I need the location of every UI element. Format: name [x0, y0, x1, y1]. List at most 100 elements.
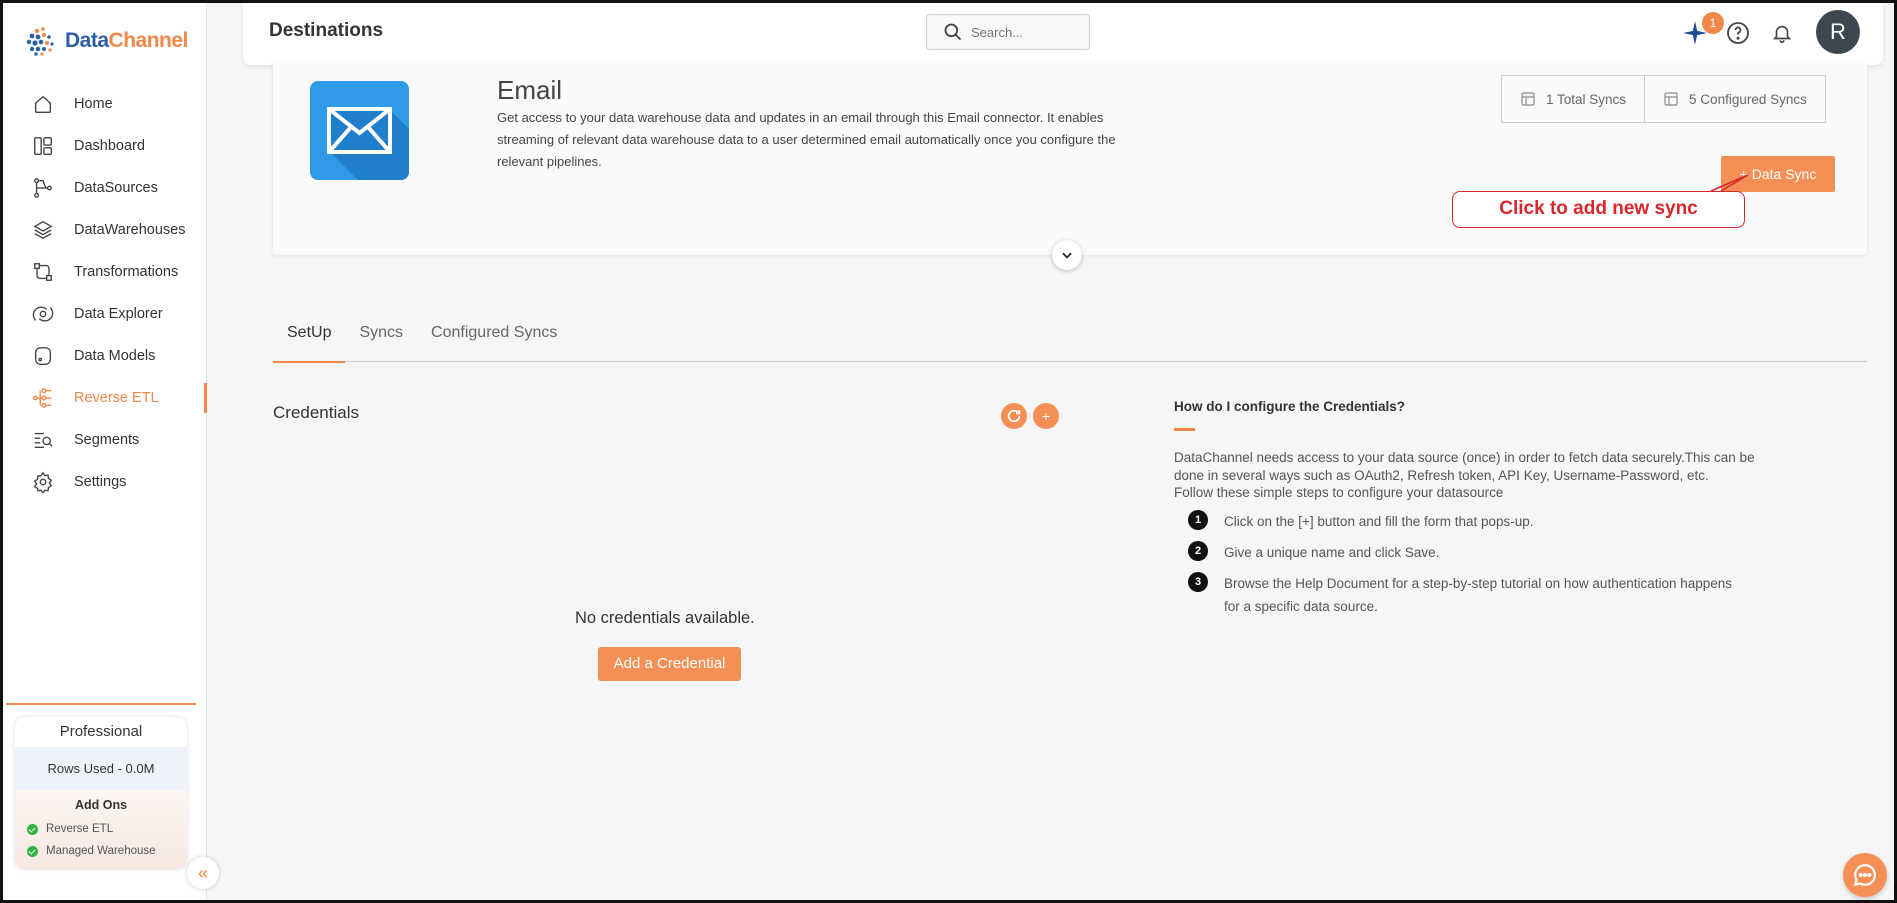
tab-setup[interactable]: SetUp	[273, 319, 346, 363]
email-logo	[310, 81, 409, 180]
step-text: Give a unique name and click Save.	[1224, 544, 1440, 560]
total-syncs[interactable]: 1 Total Syncs	[1502, 76, 1644, 122]
connector-name: Email	[497, 75, 563, 105]
tab-bar: SetUp Syncs Configured Syncs	[273, 319, 1867, 363]
plan-name: Professional	[59, 723, 143, 740]
bell-icon	[1772, 25, 1792, 43]
rows-used: Rows Used - 0.0M	[15, 747, 187, 790]
addons-section: Add Ons Reverse ETL Managed Warehouse	[15, 790, 187, 869]
datachannel-logo-icon	[26, 27, 54, 56]
plan-card: Professional Rows Used - 0.0M Add Ons Re…	[15, 717, 187, 869]
sidebar-item-label: Data Models	[74, 348, 156, 364]
tab-configured-syncs[interactable]: Configured Syncs	[417, 319, 571, 362]
connector-description: Get access to your data warehouse data a…	[497, 110, 1116, 169]
step-number: 3	[1188, 571, 1208, 592]
table-icon	[1664, 92, 1678, 106]
sidebar-item-label: Home	[74, 96, 113, 112]
help-step: 2 Give a unique name and click Save.	[1174, 540, 1774, 564]
help-steps: 1 Click on the [+] button and fill the f…	[1174, 509, 1774, 618]
plus-icon: +	[1041, 408, 1051, 424]
credentials-title: Credentials	[273, 403, 359, 422]
sidebar-item-label: Transformations	[74, 264, 179, 280]
sidebar-item-data-models[interactable]: Data Models	[3, 335, 207, 377]
sidebar-item-label: DataWarehouses	[74, 222, 186, 238]
sidebar-item-dashboard[interactable]: Dashboard	[3, 125, 207, 167]
add-credential-plus-button[interactable]: +	[1033, 403, 1059, 429]
plan-divider	[6, 703, 196, 705]
sidebar-item-settings[interactable]: Settings	[3, 461, 207, 503]
sidebar-item-datawarehouses[interactable]: DataWarehouses	[3, 209, 207, 251]
sidebar-item-label: Data Explorer	[74, 306, 163, 322]
sidebar-item-segments[interactable]: Segments	[3, 419, 207, 461]
sidebar-item-data-explorer[interactable]: Data Explorer	[3, 293, 207, 335]
step-number: 1	[1188, 509, 1208, 530]
help-step: 1 Click on the [+] button and fill the f…	[1174, 509, 1774, 533]
addons-title: Add Ons	[74, 798, 128, 812]
reverse-etl-icon	[31, 386, 55, 410]
step-text: Browse the Help Document for a step-by-s…	[1224, 575, 1733, 614]
transformations-icon	[31, 260, 55, 284]
step-number: 2	[1188, 540, 1208, 561]
tab-syncs[interactable]: Syncs	[345, 319, 417, 362]
expand-card-button[interactable]	[1052, 240, 1082, 270]
help-icon	[1727, 22, 1749, 44]
sidebar-item-datasources[interactable]: DataSources	[3, 167, 207, 209]
dashboard-icon	[31, 134, 55, 158]
help-intro: DataChannel needs access to your data so…	[1174, 449, 1774, 502]
help-panel: How do I configure the Credentials? Data…	[1174, 399, 1774, 626]
search-icon	[944, 23, 962, 41]
datasources-icon	[31, 176, 55, 200]
refresh-credentials-button[interactable]	[1001, 403, 1027, 429]
check-icon	[27, 823, 38, 835]
addon-label: Managed Warehouse	[46, 845, 156, 857]
logo[interactable]: DataChannel	[23, 23, 188, 59]
chevrons-left-icon: «	[197, 862, 208, 883]
help-step: 3 Browse the Help Document for a step-by…	[1174, 571, 1774, 618]
syncs-summary: 1 Total Syncs 5 Configured Syncs	[1501, 75, 1826, 123]
search-box[interactable]	[926, 14, 1090, 50]
annotation-callout: Click to add new sync	[1452, 191, 1745, 228]
empty-credentials-message: No credentials available.	[575, 609, 755, 627]
segments-icon	[31, 428, 55, 452]
chat-icon	[1853, 864, 1876, 887]
notification-badge: 1	[1702, 12, 1724, 34]
check-icon	[27, 845, 38, 857]
table-icon	[1521, 92, 1535, 106]
search-input[interactable]	[971, 24, 1081, 40]
notifications-button[interactable]	[1768, 19, 1796, 47]
home-icon	[31, 92, 55, 116]
total-syncs-label: 1 Total Syncs	[1546, 91, 1627, 107]
user-avatar[interactable]: R	[1816, 10, 1860, 54]
layers-icon	[31, 218, 55, 242]
collapse-sidebar-button[interactable]: «	[187, 857, 219, 889]
sidebar: DataChannel Home Dashboard DataSources D…	[3, 3, 207, 900]
help-button[interactable]	[1724, 19, 1752, 47]
chat-support-button[interactable]	[1843, 853, 1887, 897]
sidebar-item-label: Reverse ETL	[74, 390, 159, 406]
sidebar-item-label: Dashboard	[74, 138, 145, 154]
configured-syncs[interactable]: 5 Configured Syncs	[1644, 76, 1825, 122]
configured-syncs-label: 5 Configured Syncs	[1689, 91, 1807, 107]
step-text: Click on the [+] button and fill the for…	[1224, 513, 1534, 529]
models-icon	[31, 344, 55, 368]
help-intro-text: DataChannel needs access to your data so…	[1174, 450, 1755, 483]
addon-item: Reverse ETL	[15, 818, 187, 840]
add-credential-button[interactable]: Add a Credential	[598, 647, 741, 681]
chevron-down-icon	[1062, 252, 1072, 259]
app-window: DataChannel Home Dashboard DataSources D…	[0, 0, 1897, 903]
sidebar-item-transformations[interactable]: Transformations	[3, 251, 207, 293]
sidebar-item-reverse-etl[interactable]: Reverse ETL	[3, 377, 207, 419]
sidebar-item-label: Settings	[74, 474, 127, 490]
help-follow-text: Follow these simple steps to configure y…	[1174, 485, 1504, 500]
addon-label: Reverse ETL	[46, 823, 114, 835]
sidebar-item-home[interactable]: Home	[3, 83, 207, 125]
help-title: How do I configure the Credentials?	[1174, 399, 1406, 414]
sidebar-item-label: Segments	[74, 432, 140, 448]
top-header: Destinations 1 R	[243, 3, 1883, 65]
logo-text: DataChannel	[65, 29, 188, 52]
envelope-icon	[327, 107, 409, 180]
addon-item: Managed Warehouse	[15, 840, 187, 862]
sidebar-nav: Home Dashboard DataSources DataWarehouse…	[3, 83, 207, 503]
explorer-icon	[31, 302, 55, 326]
add-data-sync-button[interactable]: + Data Sync	[1721, 156, 1835, 192]
